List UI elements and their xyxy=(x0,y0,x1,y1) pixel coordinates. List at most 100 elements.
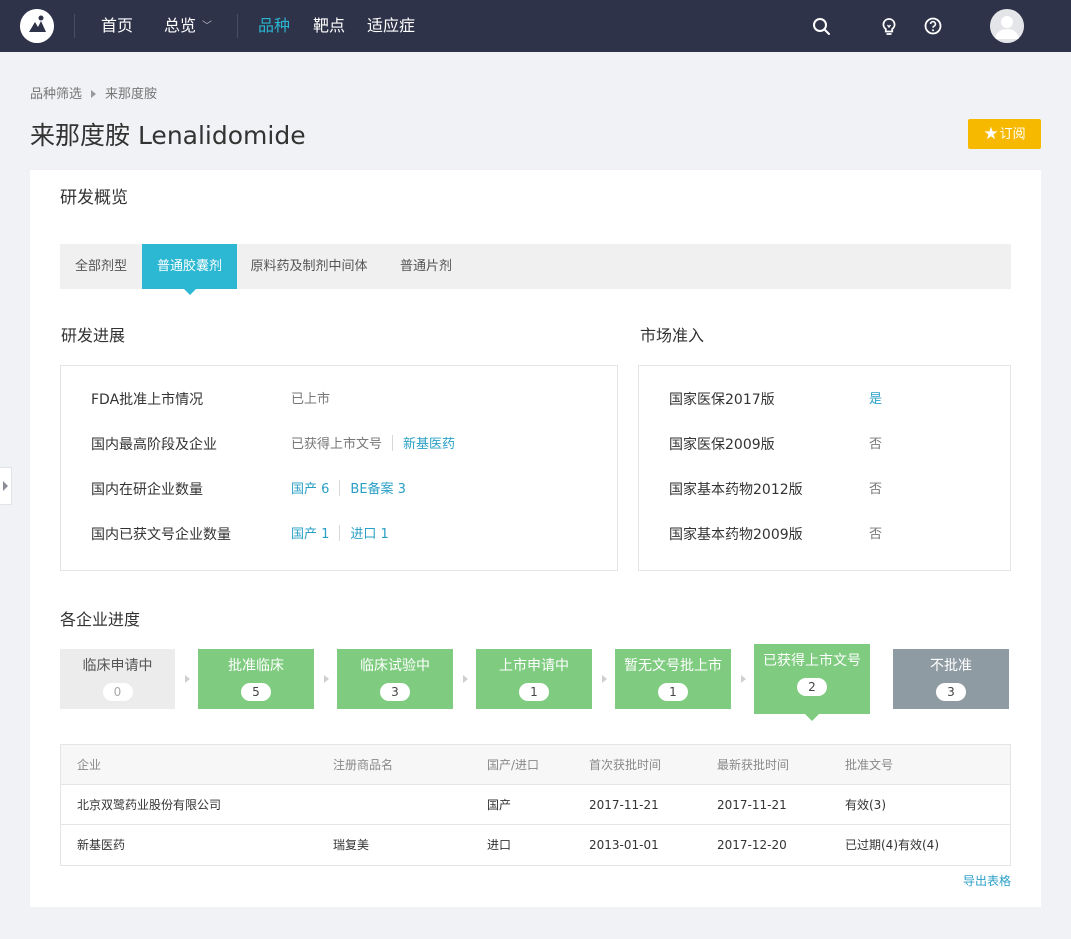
lightbulb-icon[interactable] xyxy=(878,15,900,37)
nrdl-2017-label: 国家医保2017版 xyxy=(669,392,775,408)
nav-divider xyxy=(237,14,238,38)
header-origin: 国产/进口 xyxy=(487,758,540,772)
chevron-down-icon: ﹀ xyxy=(202,21,213,32)
page-title: 来那度胺 Lenalidomide xyxy=(30,121,306,150)
domestic-rd-count-label: 国内在研企业数量 xyxy=(91,482,203,498)
company-link[interactable]: 北京双鹭药业股份有限公司 xyxy=(77,785,221,825)
edl-2009-value: 否 xyxy=(869,527,883,542)
star-icon: ★ xyxy=(983,124,999,144)
fda-status-value: 已上市 xyxy=(291,392,331,407)
search-icon[interactable] xyxy=(810,15,832,37)
user-avatar[interactable] xyxy=(990,9,1024,43)
breadcrumb-root[interactable]: 品种筛选 xyxy=(30,87,82,102)
nav-overview[interactable]: 总览 ﹀ xyxy=(164,15,212,38)
step-clinical-approved[interactable]: 批准临床 5 xyxy=(198,649,314,709)
origin-cell: 进口 xyxy=(487,838,512,852)
step-arrow-icon xyxy=(463,675,468,683)
logo-mark-icon xyxy=(20,9,54,43)
first-approval-cell: 2013-01-01 xyxy=(589,838,659,852)
table-row: 新基医药 瑞复美 进口 2013-01-01 2017-12-20 已过期(4)… xyxy=(61,825,1010,865)
domestic-stage-label: 国内最高阶段及企业 xyxy=(91,437,217,453)
approval-number-link[interactable]: 有效(3) xyxy=(845,785,886,825)
step-count-badge: 3 xyxy=(380,683,410,701)
domestic-approved-link[interactable]: 国产 1 xyxy=(291,527,329,542)
tab-capsule[interactable]: 普通胶囊剂 xyxy=(142,244,237,295)
rd-progress-panel: FDA批准上市情况 已上市 国内最高阶段及企业 已获得上市文号 新基医药 国内在研… xyxy=(60,365,618,571)
market-access-panel: 国家医保2017版 是 国家医保2009版 否 国家基本药物2012版 否 国家… xyxy=(638,365,1011,571)
step-label: 临床申请中 xyxy=(82,658,153,674)
step-in-clinical-trial[interactable]: 临床试验中 3 xyxy=(337,649,453,709)
nav-varieties[interactable]: 品种 xyxy=(258,15,290,37)
divider xyxy=(392,435,394,451)
first-approval-cell: 2017-11-21 xyxy=(589,798,659,812)
nav-targets[interactable]: 靶点 xyxy=(313,15,345,37)
step-count-badge: 2 xyxy=(797,678,827,696)
overview-card: 研发概览 全部剂型 普通胶囊剂 原料药及制剂中间体 普通片剂 研发进展 市场准入… xyxy=(30,170,1041,907)
tab-api-intermediates[interactable]: 原料药及制剂中间体 xyxy=(237,244,381,289)
nrdl-2017-value: 是 xyxy=(869,392,883,407)
company-progress-title: 各企业进度 xyxy=(60,610,141,629)
step-label: 批准临床 xyxy=(228,658,284,674)
fda-status-label: FDA批准上市情况 xyxy=(91,392,204,408)
header-company: 企业 xyxy=(77,758,102,772)
header-brand-name: 注册商品名 xyxy=(333,758,394,772)
nav-overview-label: 总览 xyxy=(164,16,197,35)
export-table-link[interactable]: 导出表格 xyxy=(963,872,1011,889)
step-label: 不批准 xyxy=(930,658,972,674)
tab-all-forms[interactable]: 全部剂型 xyxy=(60,244,142,289)
divider xyxy=(339,525,341,541)
step-clinical-application[interactable]: 临床申请中 0 xyxy=(60,649,175,709)
step-label: 临床试验中 xyxy=(360,658,430,674)
nrdl-2009-label: 国家医保2009版 xyxy=(669,437,775,453)
domestic-count-link[interactable]: 国产 6 xyxy=(291,482,329,497)
step-label: 上市申请中 xyxy=(499,658,569,674)
domestic-rd-count-value: 国产 6 BE备案 3 xyxy=(291,480,406,500)
step-arrow-icon xyxy=(185,675,190,683)
step-approved-no-number[interactable]: 暂无文号批上市 1 xyxy=(615,649,731,709)
edl-2012-value: 否 xyxy=(869,482,883,497)
edl-2009-label: 国家基本药物2009版 xyxy=(669,527,803,543)
top-navbar: 首页 总览 ﹀ 品种 靶点 适应症 xyxy=(0,0,1071,52)
header-approval-number: 批准文号 xyxy=(845,758,894,772)
subscribe-button[interactable]: ★订阅 xyxy=(968,119,1041,149)
help-icon[interactable] xyxy=(922,15,944,37)
nav-indications[interactable]: 适应症 xyxy=(367,15,415,37)
latest-approval-cell: 2017-12-20 xyxy=(717,838,787,852)
nav-home[interactable]: 首页 xyxy=(101,15,133,37)
company-table: 企业 注册商品名 国产/进口 首次获批时间 最新获批时间 批准文号 北京双鹭药业… xyxy=(60,744,1011,866)
be-filing-link[interactable]: BE备案 3 xyxy=(350,482,406,497)
header-latest-approval: 最新获批时间 xyxy=(717,758,790,772)
nav-divider xyxy=(74,14,75,38)
step-market-application[interactable]: 上市申请中 1 xyxy=(476,649,592,709)
latest-approval-cell: 2017-11-21 xyxy=(717,798,787,812)
step-label: 已获得上市文号 xyxy=(763,653,861,669)
approval-number-link[interactable]: 已过期(4)有效(4) xyxy=(845,825,939,865)
approved-count-value: 国产 1 进口 1 xyxy=(291,525,389,545)
step-count-badge: 5 xyxy=(241,683,271,701)
company-link[interactable]: 新基医药 xyxy=(403,437,455,452)
table-header: 企业 注册商品名 国产/进口 首次获批时间 最新获批时间 批准文号 xyxy=(61,745,1010,785)
brand-logo[interactable] xyxy=(20,9,54,43)
brand-cell: 瑞复美 xyxy=(333,838,370,852)
nrdl-2009-value: 否 xyxy=(869,437,883,452)
domestic-stage-value: 已获得上市文号 新基医药 xyxy=(291,435,455,455)
company-link[interactable]: 新基医药 xyxy=(77,825,125,865)
step-rejected[interactable]: 不批准 3 xyxy=(893,649,1009,709)
edl-2012-label: 国家基本药物2012版 xyxy=(669,482,803,498)
market-access-title: 市场准入 xyxy=(640,326,705,345)
origin-cell: 国产 xyxy=(487,798,512,812)
step-approval-obtained[interactable]: 已获得上市文号 2 xyxy=(754,644,870,721)
header-first-approval: 首次获批时间 xyxy=(589,758,662,772)
breadcrumb-current: 来那度胺 xyxy=(105,87,158,102)
sidebar-expand-handle[interactable] xyxy=(0,467,12,505)
step-arrow-icon xyxy=(602,675,607,683)
divider xyxy=(339,480,341,496)
domestic-stage-text: 已获得上市文号 xyxy=(291,437,383,452)
step-label: 暂无文号批上市 xyxy=(624,658,722,674)
step-count-badge: 1 xyxy=(658,683,688,701)
table-row: 北京双鹭药业股份有限公司 国产 2017-11-21 2017-11-21 有效… xyxy=(61,785,1010,825)
import-approved-link[interactable]: 进口 1 xyxy=(350,527,388,542)
subscribe-label: 订阅 xyxy=(999,127,1026,142)
step-arrow-icon xyxy=(741,675,746,683)
tab-tablet[interactable]: 普通片剂 xyxy=(381,244,471,289)
